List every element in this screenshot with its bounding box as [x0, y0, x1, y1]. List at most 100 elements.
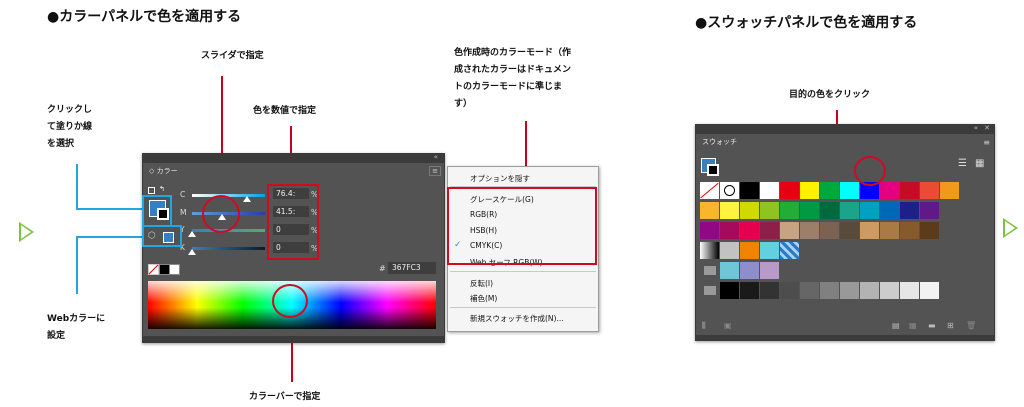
color-swatch[interactable] [720, 222, 739, 239]
color-swatch[interactable] [880, 202, 899, 219]
annotation-target: 目的の色をクリック [789, 90, 871, 100]
color-swatch[interactable] [720, 202, 739, 219]
new-swatch-icon[interactable]: ⊞ [947, 321, 954, 330]
color-swatch[interactable] [860, 202, 879, 219]
color-swatch[interactable] [840, 222, 859, 239]
color-swatch[interactable] [900, 202, 919, 219]
menu-item-new-swatch[interactable]: 新規スウォッチを作成(N)... [470, 313, 564, 324]
color-swatch[interactable] [900, 222, 919, 239]
swatch-options-icon[interactable]: ▤ [892, 321, 900, 330]
color-swatch[interactable] [840, 282, 859, 299]
swap-icon[interactable]: ↰ [159, 185, 165, 193]
gradient-swatch[interactable] [700, 242, 719, 259]
slider-highlight [202, 195, 240, 233]
color-swatch[interactable] [920, 202, 939, 219]
none-swatch[interactable] [148, 264, 159, 275]
color-swatch[interactable] [740, 282, 759, 299]
color-swatch[interactable] [760, 182, 779, 199]
web-callout-vline [76, 236, 78, 294]
color-swatch[interactable] [720, 242, 739, 259]
registration-swatch[interactable] [720, 182, 739, 199]
folder-icon[interactable]: ▬ [928, 321, 936, 330]
color-swatch[interactable] [760, 262, 779, 279]
new-color-group-icon[interactable]: ▦ [909, 321, 917, 330]
slider-thumb-y[interactable] [188, 231, 196, 237]
color-swatch[interactable] [880, 182, 899, 199]
grid-view-icon[interactable]: ▦ [975, 158, 984, 169]
folder-icon [704, 286, 716, 295]
pattern-swatch[interactable] [780, 242, 799, 259]
color-swatch[interactable] [920, 222, 939, 239]
color-panel-footer [143, 336, 444, 342]
slider-track-k[interactable] [192, 247, 265, 250]
web-color-highlight [142, 225, 182, 247]
color-swatch[interactable] [760, 222, 779, 239]
slider-label-m: M [180, 208, 187, 217]
menu-item-hide-options[interactable]: オプションを隠す [470, 173, 530, 184]
list-view-icon[interactable]: ☰ [958, 158, 967, 169]
menu-separator [450, 307, 596, 308]
color-swatch[interactable] [720, 262, 739, 279]
color-swatch[interactable] [900, 182, 919, 199]
library-icon[interactable]: ⫼ [702, 321, 706, 331]
none-swatch[interactable] [700, 182, 719, 199]
color-swatch[interactable] [740, 262, 759, 279]
color-swatch[interactable] [780, 182, 799, 199]
color-swatch[interactable] [920, 182, 939, 199]
color-swatch[interactable] [860, 222, 879, 239]
fill-callout-hline [76, 208, 142, 210]
color-swatch[interactable] [840, 202, 859, 219]
color-swatch[interactable] [760, 202, 779, 219]
numeric-highlight [267, 184, 319, 260]
color-swatch[interactable] [740, 182, 759, 199]
panel-menu-icon[interactable]: ≡ [983, 138, 990, 147]
menu-item-invert[interactable]: 反転(I) [470, 278, 493, 289]
color-swatch[interactable] [800, 202, 819, 219]
color-swatch[interactable] [820, 182, 839, 199]
collapse-icon[interactable]: « [434, 153, 438, 161]
color-swatch[interactable] [800, 282, 819, 299]
color-swatch[interactable] [820, 202, 839, 219]
color-swatch[interactable] [700, 202, 719, 219]
close-icon[interactable]: ✕ [984, 124, 990, 132]
slider-thumb-k[interactable] [188, 249, 196, 255]
color-swatch[interactable] [780, 222, 799, 239]
color-swatch[interactable] [740, 222, 759, 239]
color-swatch[interactable] [780, 282, 799, 299]
swatch-panel: « ✕ スウォッチ ≡ ☰ ▦ ⫼ ▣ ▤ ▦ ▬ ⊞ 🗑 [695, 124, 995, 341]
color-swatch[interactable] [780, 202, 799, 219]
color-swatch[interactable] [820, 222, 839, 239]
white-swatch[interactable] [169, 264, 180, 275]
color-swatch[interactable] [740, 202, 759, 219]
color-swatch[interactable] [940, 182, 959, 199]
stroke-swatch[interactable] [707, 164, 719, 176]
annotation-colorbar: カラーバーで指定 [249, 392, 321, 402]
default-colors-icon[interactable] [148, 187, 155, 194]
color-swatch[interactable] [860, 282, 879, 299]
color-swatch[interactable] [800, 182, 819, 199]
color-swatch[interactable] [900, 282, 919, 299]
color-swatch[interactable] [920, 282, 939, 299]
color-swatch[interactable] [740, 242, 759, 259]
color-swatch[interactable] [880, 222, 899, 239]
collapse-icon[interactable]: « [974, 124, 978, 132]
panel-menu-icon[interactable]: ≡ [429, 166, 441, 176]
color-swatch[interactable] [820, 282, 839, 299]
color-swatch[interactable] [840, 182, 859, 199]
tab-color[interactable]: ◇ カラー [143, 163, 184, 179]
color-swatch[interactable] [880, 282, 899, 299]
annotation-mode: 色作成時のカラーモード（作 成されたカラーはドキュメン トのカラーモードに準じま す） [454, 48, 572, 109]
color-swatch[interactable] [800, 222, 819, 239]
color-swatch[interactable] [720, 282, 739, 299]
menu-item-complement[interactable]: 補色(M) [470, 293, 497, 304]
show-kind-icon[interactable]: ▣ [724, 321, 732, 330]
trash-icon[interactable]: 🗑 [966, 321, 976, 330]
tab-swatches[interactable]: スウォッチ [696, 134, 743, 150]
web-callout-hline [76, 236, 142, 238]
hex-input[interactable]: 367FC3 [388, 262, 436, 274]
annotation-numeric: 色を数値で指定 [253, 106, 317, 116]
color-swatch[interactable] [760, 242, 779, 259]
color-swatch[interactable] [700, 222, 719, 239]
color-swatch[interactable] [760, 282, 779, 299]
slider-thumb-c[interactable] [243, 196, 252, 202]
